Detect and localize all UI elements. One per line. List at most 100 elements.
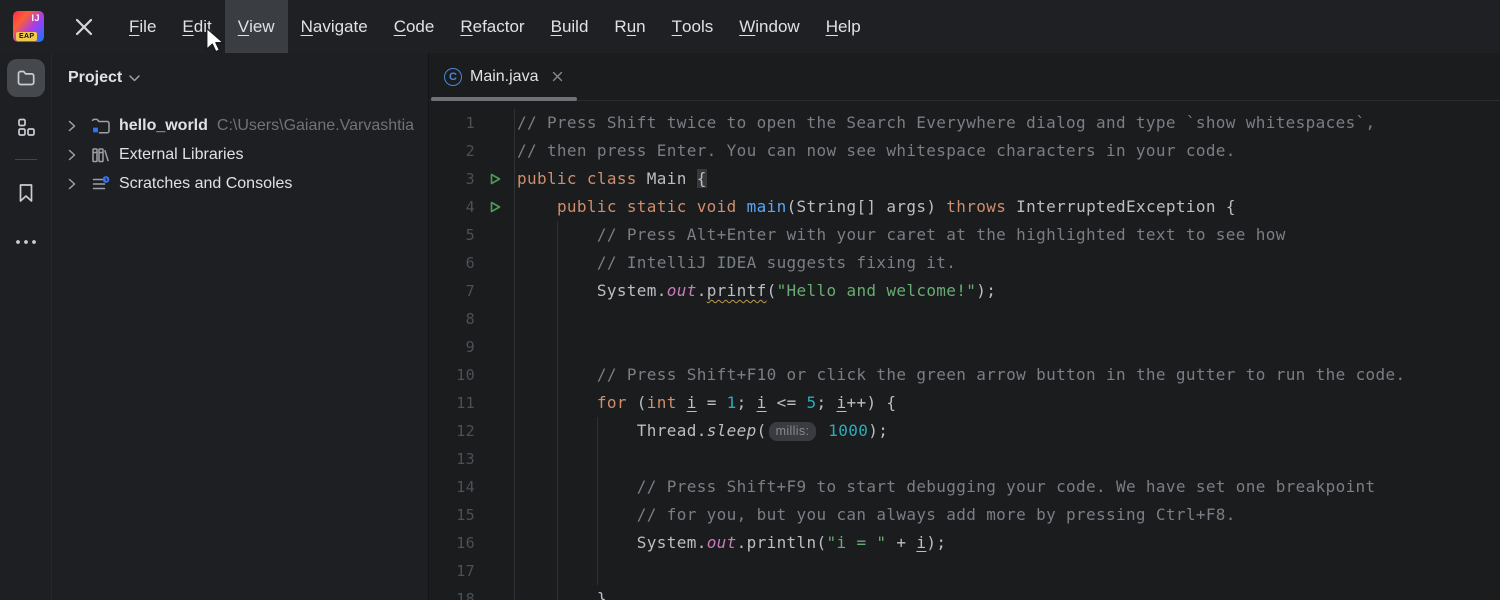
gutter-space	[475, 557, 514, 585]
gutter-space	[475, 389, 514, 417]
scratches-icon	[91, 175, 112, 193]
menu-run[interactable]: Run	[601, 0, 658, 53]
line-number: 1	[429, 109, 475, 137]
code-text[interactable]: System.out.printf("Hello and welcome!");	[514, 277, 1500, 305]
menu-tools[interactable]: Tools	[659, 0, 727, 53]
tree-item-path: C:\Users\Gaiane.Varvashtia	[217, 117, 414, 135]
line-number: 10	[429, 361, 475, 389]
code-text[interactable]: // Press Alt+Enter with your caret at th…	[514, 221, 1500, 249]
structure-icon[interactable]	[7, 108, 45, 146]
code-line: 1 // Press Shift twice to open the Search…	[429, 109, 1500, 137]
code-text[interactable]	[514, 333, 1500, 361]
line-number: 17	[429, 557, 475, 585]
chevron-right-icon[interactable]	[68, 149, 82, 161]
code-line: 11 for (int i = 1; i <= 5; i++) {	[429, 389, 1500, 417]
menu-file[interactable]: File	[116, 0, 169, 53]
tab-close-icon[interactable]	[551, 70, 564, 83]
project-tree: hello_worldC:\Users\Gaiane.Varvashtia Ext…	[52, 103, 428, 198]
gutter-space	[475, 501, 514, 529]
code-text[interactable]: Thread.sleep(millis: 1000);	[514, 417, 1500, 445]
code-line: 12 Thread.sleep(millis: 1000);	[429, 417, 1500, 445]
line-number: 15	[429, 501, 475, 529]
activity-bar	[0, 53, 52, 600]
project-panel: Project hello_worldC:\Users\Gaiane.Varva…	[52, 53, 429, 600]
code-line: 6 // IntelliJ IDEA suggests fixing it.	[429, 249, 1500, 277]
tree-item-hello-world[interactable]: hello_worldC:\Users\Gaiane.Varvashtia	[52, 111, 428, 140]
code-text[interactable]: // Press Shift twice to open the Search …	[514, 109, 1500, 137]
project-panel-title: Project	[68, 69, 122, 87]
line-number: 7	[429, 277, 475, 305]
code-line: 3 public class Main {	[429, 165, 1500, 193]
chevron-right-icon[interactable]	[68, 178, 82, 190]
gutter-space	[475, 109, 514, 137]
line-number: 11	[429, 389, 475, 417]
line-number: 2	[429, 137, 475, 165]
code-text[interactable]: System.out.println("i = " + i);	[514, 529, 1500, 557]
tree-item-external-libraries[interactable]: External Libraries	[52, 140, 428, 169]
run-button[interactable]	[475, 165, 514, 193]
code-text[interactable]	[514, 445, 1500, 473]
tab-main-java[interactable]: C Main.java	[431, 53, 577, 100]
code-text[interactable]: public class Main {	[514, 165, 1500, 193]
gutter-space	[475, 529, 514, 557]
more-icon[interactable]	[7, 223, 45, 261]
gutter-space	[475, 249, 514, 277]
gutter-space	[475, 137, 514, 165]
code-line: 8	[429, 305, 1500, 333]
gutter-space	[475, 221, 514, 249]
line-number: 18	[429, 585, 475, 600]
code-text[interactable]: // IntelliJ IDEA suggests fixing it.	[514, 249, 1500, 277]
code-editor[interactable]: 1 // Press Shift twice to open the Search…	[429, 101, 1500, 600]
code-text[interactable]: // then press Enter. You can now see whi…	[514, 137, 1500, 165]
code-text[interactable]: // for you, but you can always add more …	[514, 501, 1500, 529]
project-dir-icon	[91, 117, 112, 135]
code-text[interactable]: // Press Shift+F9 to start debugging you…	[514, 473, 1500, 501]
code-text[interactable]	[514, 557, 1500, 585]
menu-code[interactable]: Code	[381, 0, 448, 53]
gutter-space	[475, 417, 514, 445]
gutter-space	[475, 585, 514, 600]
line-number: 16	[429, 529, 475, 557]
menu-build[interactable]: Build	[538, 0, 602, 53]
menu-window[interactable]: Window	[726, 0, 812, 53]
gutter-space	[475, 277, 514, 305]
main-menu: FileEditViewNavigateCodeRefactorBuildRun…	[116, 0, 874, 53]
line-number: 9	[429, 333, 475, 361]
code-text[interactable]	[514, 305, 1500, 333]
chevron-right-icon[interactable]	[68, 120, 82, 132]
code-line: 18 }	[429, 585, 1500, 600]
code-text[interactable]: }	[514, 585, 1500, 600]
intellij-logo-icon: IJ EAP	[13, 11, 44, 42]
menu-help[interactable]: Help	[813, 0, 874, 53]
code-text[interactable]: // Press Shift+F10 or click the green ar…	[514, 361, 1500, 389]
line-number: 12	[429, 417, 475, 445]
menu-navigate[interactable]: Navigate	[288, 0, 381, 53]
tree-item-label: External Libraries	[119, 146, 244, 164]
code-text[interactable]: for (int i = 1; i <= 5; i++) {	[514, 389, 1500, 417]
indent-guide	[557, 221, 558, 600]
project-panel-header[interactable]: Project	[52, 53, 428, 103]
code-line: 5 // Press Alt+Enter with your caret at …	[429, 221, 1500, 249]
run-button[interactable]	[475, 193, 514, 221]
gutter-space	[475, 473, 514, 501]
bookmarks-icon[interactable]	[7, 174, 45, 212]
close-icon[interactable]	[70, 0, 98, 53]
line-number: 13	[429, 445, 475, 473]
code-text[interactable]: public static void main(String[] args) t…	[514, 193, 1500, 221]
code-line: 17	[429, 557, 1500, 585]
java-class-icon: C	[444, 68, 462, 86]
code-line: 10 // Press Shift+F10 or click the green…	[429, 361, 1500, 389]
gutter-space	[475, 305, 514, 333]
chevron-down-icon	[129, 69, 140, 87]
tab-label: Main.java	[470, 68, 538, 86]
menu-view[interactable]: View	[225, 0, 288, 53]
menu-refactor[interactable]: Refactor	[447, 0, 537, 53]
tree-item-scratches-and-consoles[interactable]: Scratches and Consoles	[52, 169, 428, 198]
code-line: 7 System.out.printf("Hello and welcome!"…	[429, 277, 1500, 305]
project-folder-icon[interactable]	[7, 59, 45, 97]
line-number: 3	[429, 165, 475, 193]
line-number: 6	[429, 249, 475, 277]
code-line: 13	[429, 445, 1500, 473]
code-line: 16 System.out.println("i = " + i);	[429, 529, 1500, 557]
indent-guide	[597, 417, 598, 585]
